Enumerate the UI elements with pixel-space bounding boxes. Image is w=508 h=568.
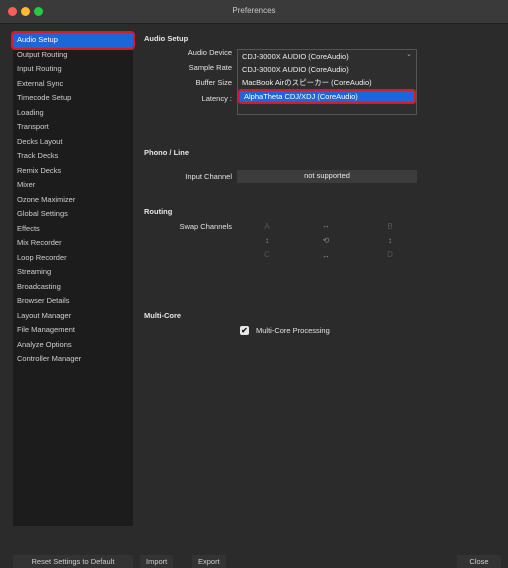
swap-all-icon[interactable]: ⟲ — [319, 236, 333, 245]
multicore-checkbox-label: Multi-Core Processing — [256, 326, 330, 335]
audio-device-label: Audio Device — [187, 48, 232, 57]
title-bar: Preferences — [0, 0, 508, 24]
dropdown-option-selected[interactable]: AlphaTheta CDJ/XDJ (CoreAudio) — [238, 89, 416, 104]
multicore-checkbox[interactable]: ✔ — [240, 326, 249, 335]
close-button[interactable]: Close — [457, 555, 501, 568]
sidebar-item-streaming[interactable]: Streaming — [13, 265, 133, 280]
sidebar-item-external-sync[interactable]: External Sync — [13, 77, 133, 92]
dropdown-option[interactable]: CDJ-3000X AUDIO (CoreAudio) — [238, 50, 416, 63]
channel-d: D — [387, 250, 393, 259]
dropdown-option[interactable]: MacBook Airのスピーカー (CoreAudio) — [238, 76, 416, 89]
sidebar-item-output-routing[interactable]: Output Routing — [13, 48, 133, 63]
swap-ab-icon[interactable]: ↔ — [319, 221, 333, 230]
sidebar-item-mixer[interactable]: Mixer — [13, 178, 133, 193]
sidebar-item-input-routing[interactable]: Input Routing — [13, 62, 133, 77]
sidebar-item-effects[interactable]: Effects — [13, 222, 133, 237]
section-title-multicore: Multi-Core — [144, 311, 182, 320]
sidebar-item-remix-decks[interactable]: Remix Decks — [13, 164, 133, 179]
channel-b: B — [387, 222, 393, 231]
sidebar-item-transport[interactable]: Transport — [13, 120, 133, 135]
import-button[interactable]: Import — [140, 555, 174, 568]
latency-label: Latency : — [201, 94, 232, 103]
sidebar-item-track-decks[interactable]: Track Decks — [13, 149, 133, 164]
dropdown-option[interactable]: CDJ-3000X AUDIO (CoreAudio) — [238, 63, 416, 76]
window-title: Preferences — [232, 6, 276, 15]
swap-bd-icon[interactable]: ↕ — [383, 236, 397, 245]
audio-device-dropdown[interactable]: ⌄ CDJ-3000X AUDIO (CoreAudio) CDJ-3000X … — [237, 49, 417, 115]
buffer-size-label: Buffer Size — [195, 78, 232, 87]
sidebar-item-timecode-setup[interactable]: Timecode Setup — [13, 91, 133, 106]
input-channel-label: Input Channel — [185, 172, 232, 181]
sidebar-item-ozone-maximizer[interactable]: Ozone Maximizer — [13, 193, 133, 208]
channel-a: A — [264, 222, 270, 231]
sidebar-item-loop-recorder[interactable]: Loop Recorder — [13, 251, 133, 266]
section-title-routing: Routing — [144, 207, 173, 216]
sidebar-item-analyze-options[interactable]: Analyze Options — [13, 338, 133, 353]
sidebar-item-file-management[interactable]: File Management — [13, 323, 133, 338]
swap-cd-icon[interactable]: ↔ — [319, 251, 333, 260]
sidebar-item-controller-manager[interactable]: Controller Manager — [13, 352, 133, 367]
reset-settings-button[interactable]: Reset Settings to Default — [13, 555, 133, 568]
sidebar-item-global-settings[interactable]: Global Settings — [13, 207, 133, 222]
sidebar-item-decks-layout[interactable]: Decks Layout — [13, 135, 133, 150]
sidebar-item-mix-recorder[interactable]: Mix Recorder — [13, 236, 133, 251]
sidebar-item-layout-manager[interactable]: Layout Manager — [13, 309, 133, 324]
sidebar-item-broadcasting[interactable]: Broadcasting — [13, 280, 133, 295]
preferences-sidebar: Audio Setup Output Routing Input Routing… — [11, 31, 135, 526]
sidebar-item-audio-setup[interactable]: Audio Setup — [11, 31, 135, 50]
chevron-down-icon: ⌄ — [406, 51, 412, 58]
section-title-audio-setup: Audio Setup — [144, 34, 189, 43]
settings-panel: Audio Setup Audio Device Sample Rate Buf… — [140, 30, 508, 540]
swap-ac-icon[interactable]: ↕ — [260, 236, 274, 245]
bottom-bar: Reset Settings to Default Import Export … — [0, 548, 508, 568]
sidebar-item-browser-details[interactable]: Browser Details — [13, 294, 133, 309]
swap-channels-label: Swap Channels — [179, 222, 232, 231]
sidebar-item-loading[interactable]: Loading — [13, 106, 133, 121]
channel-c: C — [264, 250, 270, 259]
section-title-phono-line: Phono / Line — [144, 148, 189, 157]
sample-rate-label: Sample Rate — [188, 63, 232, 72]
input-channel-value: not supported — [237, 170, 417, 183]
export-button[interactable]: Export — [192, 555, 226, 568]
